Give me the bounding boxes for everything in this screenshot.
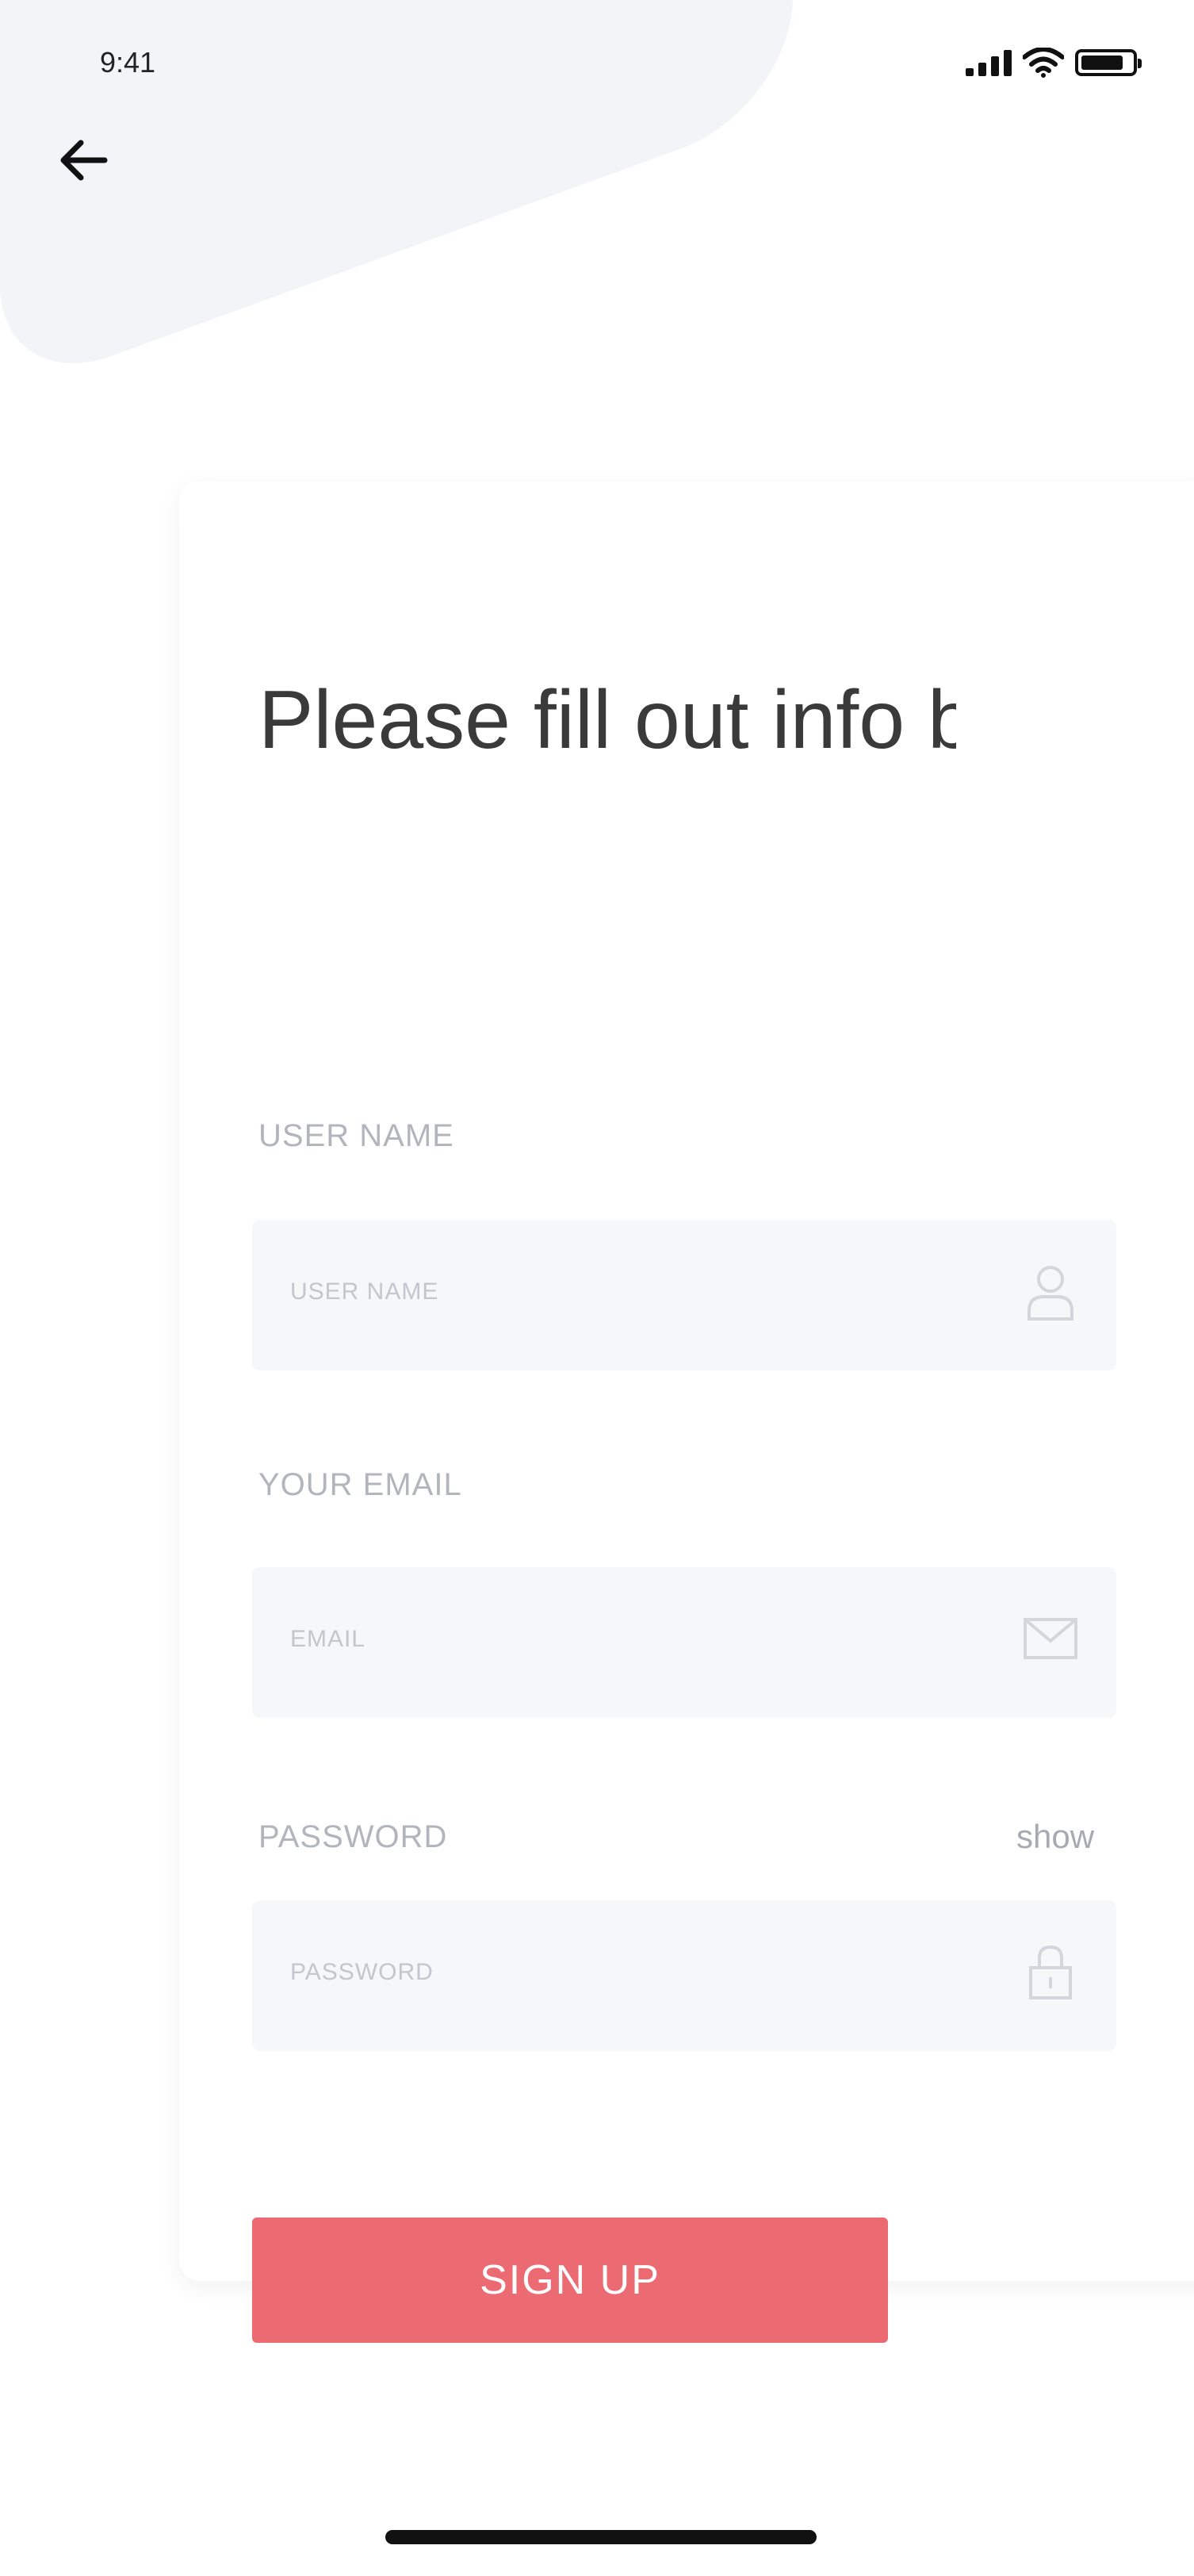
username-input[interactable]: USER NAME	[252, 1220, 1116, 1370]
show-password-toggle[interactable]: show	[1016, 1818, 1094, 1856]
form-heading: Please fill out info below.	[258, 666, 956, 774]
password-label: PASSWORD	[258, 1819, 448, 1854]
arrow-left-icon	[60, 140, 108, 181]
user-icon	[1023, 1259, 1078, 1323]
sign-up-button[interactable]: SIGN UP	[252, 2218, 888, 2343]
battery-icon	[1075, 49, 1142, 76]
envelope-icon	[1023, 1607, 1078, 1670]
signal-icon	[966, 49, 1012, 76]
status-bar: 9:41	[0, 0, 1194, 87]
lock-icon	[1023, 1940, 1078, 2003]
home-indicator	[385, 2530, 817, 2544]
form-heading-text: Please fill out info below.	[258, 674, 956, 766]
status-time: 9:41	[100, 46, 156, 79]
status-icons	[966, 48, 1142, 78]
wifi-icon	[1023, 48, 1064, 78]
password-placeholder: PASSWORD	[290, 1959, 434, 1985]
email-input[interactable]: EMAIL	[252, 1567, 1116, 1718]
password-input[interactable]: PASSWORD	[252, 1900, 1116, 2051]
back-button[interactable]	[52, 132, 113, 189]
email-label: YOUR EMAIL	[258, 1467, 462, 1502]
username-label: USER NAME	[258, 1118, 454, 1153]
email-placeholder: EMAIL	[290, 1626, 366, 1652]
username-placeholder: USER NAME	[290, 1278, 439, 1305]
